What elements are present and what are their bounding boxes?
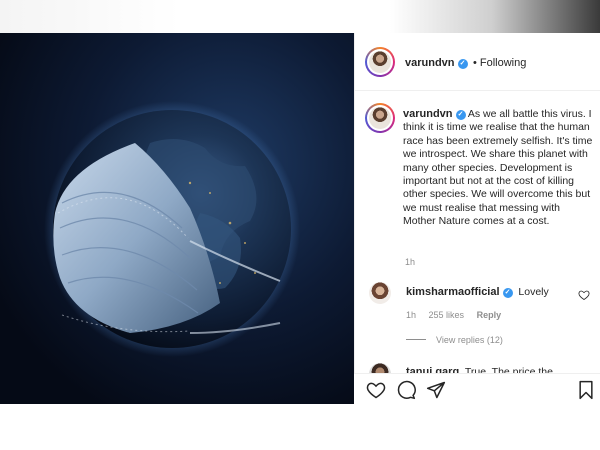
post-image[interactable] [0,33,354,404]
caption-author-avatar[interactable] [365,103,395,133]
comment-username[interactable]: kimsharmaofficial [406,286,500,298]
comment-likes[interactable]: 255 likes [429,310,465,320]
comment: kimsharmaofficial ✓ Lovely [406,286,549,298]
action-bar [354,373,600,405]
post-caption: varundvn ✓ As we all battle this virus. I… [403,108,593,229]
reply-button[interactable]: Reply [477,310,502,320]
comment-icon[interactable] [396,380,416,400]
post-header: varundvn ✓ • Following [355,33,600,91]
view-replies-label: View replies (12) [436,335,503,345]
commenter-avatar[interactable] [369,282,391,304]
author-username[interactable]: varundvn ✓ [405,57,468,69]
view-replies-button[interactable]: View replies (12) [406,335,503,345]
comment-meta: 1h 255 likes Reply [406,310,511,320]
background-bottom [0,404,600,450]
follow-status[interactable]: • Following [473,57,526,69]
replies-divider [406,339,426,340]
post-time[interactable]: 1h [405,257,415,267]
share-icon[interactable] [426,380,446,400]
post-details-panel: varundvn ✓ • Following varundvn ✓ As we all… [354,33,600,404]
follow-separator: • [473,57,477,69]
caption-username[interactable]: varundvn [403,108,453,120]
verified-badge-icon: ✓ [502,288,513,298]
background-top [0,0,600,33]
comment-heart-icon[interactable] [578,289,590,301]
heart-icon[interactable] [366,380,386,400]
verified-badge-icon: ✓ [455,110,466,120]
comment-time[interactable]: 1h [406,310,416,320]
comment-text: Lovely [518,286,549,298]
verified-badge-icon: ✓ [457,59,468,69]
bookmark-icon[interactable] [576,380,596,400]
earth-with-mask-illustration [0,33,354,404]
author-avatar[interactable] [365,47,395,77]
caption-text: As we all battle this virus. I think it … [403,108,593,228]
following-label: Following [479,57,527,69]
